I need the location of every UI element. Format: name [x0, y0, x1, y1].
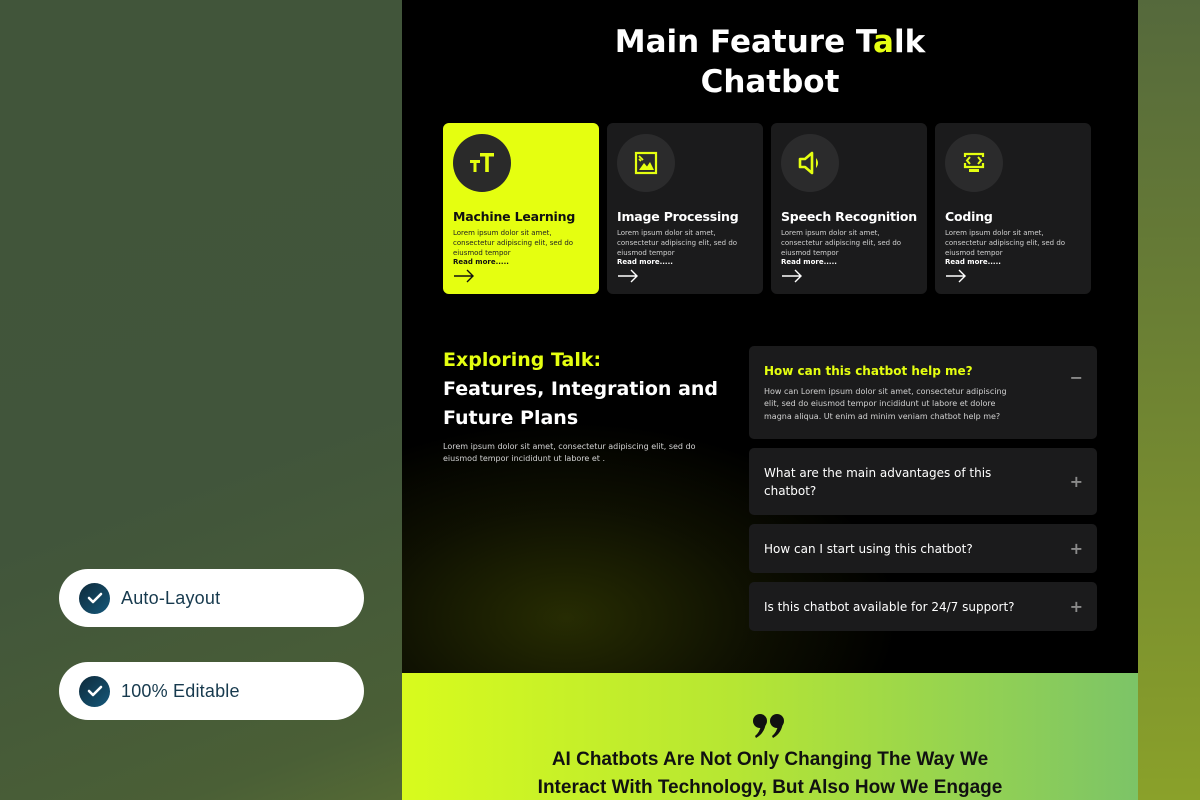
faq-question[interactable]: How can I start using this chatbot? [764, 540, 1057, 558]
collapse-icon[interactable]: − [1070, 370, 1083, 386]
card-description: Lorem ipsum dolor sit amet, consectetur … [781, 229, 902, 257]
title-accent: a [873, 24, 894, 60]
explore-heading: Features, Integration and [443, 378, 719, 400]
faq-question[interactable]: How can this chatbot help me? [764, 362, 1057, 380]
explore-heading-accent: Exploring Talk: [443, 349, 602, 371]
quote-section: AI Chatbots Are Not Only Changing The Wa… [402, 673, 1138, 800]
arrow-right-icon[interactable] [453, 268, 475, 287]
explore-description: Lorem ipsum dolor sit amet, consectetur … [443, 442, 696, 463]
explore-heading: Future Plans [443, 407, 579, 429]
read-more-link[interactable]: Read more..... [453, 258, 589, 266]
faq-item[interactable]: How can this chatbot help me? How can Lo… [749, 346, 1097, 439]
feature-card-machine-learning[interactable]: Machine Learning Lorem ipsum dolor sit a… [443, 123, 599, 294]
feature-card-coding[interactable]: Coding Lorem ipsum dolor sit amet, conse… [935, 123, 1091, 294]
faq-question[interactable]: Is this chatbot available for 24/7 suppo… [764, 598, 1057, 616]
feature-card-image-processing[interactable]: Image Processing Lorem ipsum dolor sit a… [607, 123, 763, 294]
quote-line: Interact With Technology, But Also How W… [537, 777, 1003, 798]
card-description: Lorem ipsum dolor sit amet, consectetur … [453, 229, 574, 257]
image-icon [617, 134, 675, 192]
read-more-link[interactable]: Read more..... [617, 258, 753, 266]
faq-question[interactable]: What are the main advantages of this cha… [764, 464, 994, 500]
faq-item[interactable]: What are the main advantages of this cha… [749, 448, 1097, 515]
expand-icon[interactable]: + [1070, 598, 1083, 615]
title-line2: Chatbot [700, 64, 840, 100]
card-description: Lorem ipsum dolor sit amet, consectetur … [617, 229, 738, 257]
feature-cards: Machine Learning Lorem ipsum dolor sit a… [443, 123, 1091, 294]
read-more-link[interactable]: Read more..... [781, 258, 917, 266]
card-title: Coding [945, 209, 993, 224]
card-title: Machine Learning [453, 209, 576, 224]
quote-line: AI Chatbots Are Not Only Changing The Wa… [551, 749, 989, 770]
badge-editable: 100% Editable [59, 662, 364, 720]
faq-item[interactable]: How can I start using this chatbot? + [749, 524, 1097, 573]
title-text: Main Feature T [614, 24, 874, 60]
main-panel: Main Feature Talk Chatbot Machine Learni… [402, 0, 1138, 800]
check-circle-icon [79, 582, 110, 614]
card-title: Speech Recognition [781, 209, 917, 224]
badge-label: Auto-Layout [121, 587, 221, 608]
arrow-right-icon[interactable] [617, 268, 639, 287]
faq-answer: How can Lorem ipsum dolor sit amet, cons… [764, 386, 1007, 421]
code-monitor-icon [945, 134, 1003, 192]
page-title: Main Feature Talk Chatbot [402, 22, 1138, 102]
faq-accordion: How can this chatbot help me? How can Lo… [749, 346, 1097, 640]
arrow-right-icon[interactable] [781, 268, 803, 287]
expand-icon[interactable]: + [1070, 473, 1083, 490]
read-more-link[interactable]: Read more..... [945, 258, 1081, 266]
faq-item[interactable]: Is this chatbot available for 24/7 suppo… [749, 582, 1097, 631]
arrow-right-icon[interactable] [945, 268, 967, 287]
text-size-icon [453, 134, 511, 192]
card-description: Lorem ipsum dolor sit amet, consectetur … [945, 229, 1066, 257]
quote-icon [752, 713, 786, 743]
card-title: Image Processing [617, 209, 739, 224]
explore-section: Exploring Talk: Features, Integration an… [443, 346, 733, 465]
badge-auto-layout: Auto-Layout [59, 569, 364, 627]
check-circle-icon [79, 675, 110, 707]
badge-label: 100% Editable [121, 680, 240, 701]
right-background [1138, 0, 1200, 800]
expand-icon[interactable]: + [1070, 540, 1083, 557]
feature-card-speech-recognition[interactable]: Speech Recognition Lorem ipsum dolor sit… [771, 123, 927, 294]
quote-text: AI Chatbots Are Not Only Changing The Wa… [402, 746, 1138, 800]
speaker-icon [781, 134, 839, 192]
title-text: lk [893, 24, 926, 60]
